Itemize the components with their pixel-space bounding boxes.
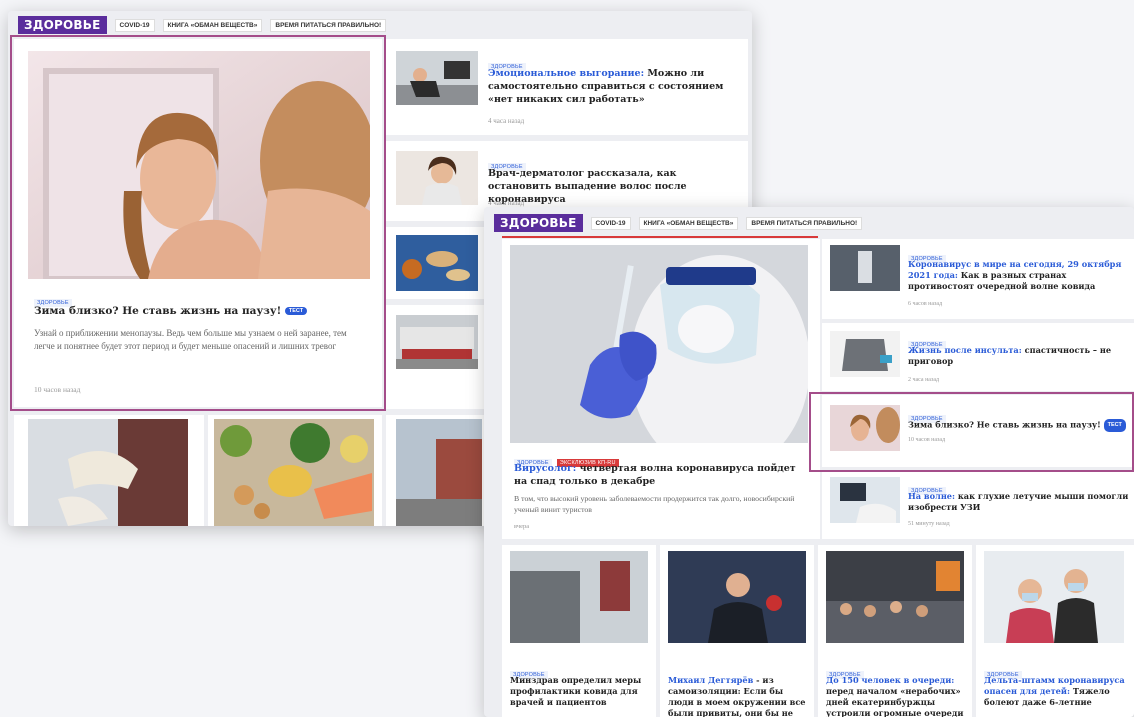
- article-time: 10 часов назад: [908, 437, 946, 443]
- article-image-vaccination[interactable]: [28, 419, 188, 526]
- bottom-article-card[interactable]: ЗДОРОВЬЕ Дельта-штамм коронавируса опасе…: [976, 545, 1134, 717]
- section-logo[interactable]: ЗДОРОВЬЕ: [18, 16, 107, 34]
- children-masks-illustration: [984, 551, 1124, 643]
- woman-mirror-illustration: [28, 51, 370, 279]
- article-time: 4 часа назад: [488, 199, 525, 207]
- ultrasound-illustration: [830, 477, 900, 523]
- bottom-article-card[interactable]: ЗДОРОВЬЕ До 150 человек в очереди: перед…: [818, 545, 972, 717]
- side-article-card[interactable]: ЗДОРОВЬЕ Жизнь после инсульта: спастично…: [822, 323, 1134, 391]
- nav-covid[interactable]: COVID-19: [114, 18, 155, 32]
- vaccination-illustration: [28, 419, 188, 526]
- article-time: 6 часов назад: [908, 301, 943, 307]
- article-time: 2 часа назад: [908, 377, 940, 383]
- article-image-politician[interactable]: [668, 551, 806, 643]
- article-image-ginger[interactable]: [396, 235, 478, 291]
- article-image-woman-mirror-small[interactable]: [830, 405, 900, 451]
- healthy-food-illustration: [214, 419, 374, 526]
- ministry-building-illustration: [510, 551, 648, 643]
- clinic-building-illustration: [396, 315, 478, 369]
- article-image-faceshield-doctor[interactable]: [510, 245, 808, 443]
- article-image-hospital[interactable]: [830, 245, 900, 291]
- article-title[interactable]: Минздрав определил меры профилактики ков…: [510, 675, 650, 708]
- doctor-syringe-illustration: [510, 245, 808, 443]
- main-article-card[interactable]: ЗДОРОВЬЕ ЭКСКЛЮЗИВ КП-RU Вирусолог: четв…: [502, 239, 820, 539]
- side-article-card[interactable]: ЗДОРОВЬЕ На волне: как глухие летучие мы…: [822, 471, 1134, 539]
- test-badge: ТЕСТ: [284, 307, 308, 315]
- article-lead[interactable]: До 150 человек в очереди:: [826, 675, 954, 685]
- hair-loss-illustration: [396, 151, 478, 205]
- article-time: 10 часов назад: [34, 385, 81, 394]
- article-lead[interactable]: Жизнь после инсульта:: [908, 345, 1022, 355]
- article-time: вчера: [514, 523, 530, 530]
- article-title[interactable]: Зима близко? Не ставь жизнь на паузу!: [34, 305, 281, 317]
- bottom-article-card[interactable]: Михаил Дегтярёв - из самоизоляции: Если …: [660, 545, 814, 717]
- article-image-clinic[interactable]: [396, 315, 478, 369]
- front-page-window: ЗДОРОВЬЕ COVID-19 КНИГА «ОБМАН ВЕЩЕСТВ» …: [484, 207, 1134, 717]
- rehabilitation-illustration: [830, 331, 900, 377]
- section-underline: [502, 236, 818, 238]
- article-image-queue[interactable]: [826, 551, 964, 643]
- article-image-street[interactable]: [396, 419, 482, 526]
- nav-covid[interactable]: COVID-19: [590, 216, 631, 230]
- bottom-article-card[interactable]: [208, 415, 382, 526]
- side-article-card[interactable]: ЗДОРОВЬЕ Эмоциональное выгорание: Можно …: [386, 39, 748, 135]
- nav-book[interactable]: КНИГА «ОБМАН ВЕЩЕСТВ»: [638, 216, 739, 230]
- article-image-ultrasound[interactable]: [830, 477, 900, 523]
- article-title[interactable]: Зима близко? Не ставь жизнь на паузу!: [908, 420, 1101, 430]
- article-image-rehab[interactable]: [830, 331, 900, 377]
- woman-mirror-thumb: [830, 405, 900, 451]
- side-article-card[interactable]: ЗДОРОВЬЕ Коронавирус в мире на сегодня, …: [822, 239, 1134, 319]
- side-article-card[interactable]: ЗДОРОВЬЕ Зима близко? Не ставь жизнь на …: [822, 395, 1134, 467]
- article-lead[interactable]: На волне:: [908, 491, 955, 501]
- article-image-burnout[interactable]: [396, 51, 478, 105]
- section-nav: ЗДОРОВЬЕ COVID-19 КНИГА «ОБМАН ВЕЩЕСТВ» …: [8, 11, 752, 39]
- article-excerpt: В том, что высокий уровень заболеваемост…: [514, 494, 795, 514]
- nav-eat[interactable]: ВРЕМЯ ПИТАТЬСЯ ПРАВИЛЬНО!: [270, 18, 387, 32]
- article-image-children[interactable]: [984, 551, 1124, 643]
- article-image-woman-mirror[interactable]: [28, 51, 370, 279]
- article-image-ministry[interactable]: [510, 551, 648, 643]
- article-title[interactable]: перед началом «нерабочих» дней екатеринб…: [826, 686, 963, 717]
- article-lead[interactable]: Михаил Дегтярёв: [668, 675, 753, 685]
- main-article-card[interactable]: ЗДОРОВЬЕ Зима близко? Не ставь жизнь на …: [14, 39, 382, 407]
- ginger-tea-illustration: [396, 235, 478, 291]
- office-burnout-illustration: [396, 51, 478, 105]
- bottom-article-card[interactable]: [14, 415, 204, 526]
- city-street-illustration: [396, 419, 482, 526]
- section-nav: ЗДОРОВЬЕ COVID-19 КНИГА «ОБМАН ВЕЩЕСТВ» …: [484, 207, 1134, 239]
- article-lead[interactable]: Эмоциональное выгорание:: [488, 68, 644, 79]
- crowd-queue-illustration: [826, 551, 964, 643]
- article-title[interactable]: Врач-дерматолог рассказала, как останови…: [488, 167, 738, 206]
- article-time: 51 минуту назад: [908, 521, 950, 527]
- hospital-corridor-illustration: [830, 245, 900, 291]
- article-excerpt: Узнай о приближении менопаузы. Ведь чем …: [34, 328, 347, 351]
- bottom-article-card[interactable]: ЗДОРОВЬЕ Минздрав определил меры профила…: [502, 545, 656, 717]
- nav-eat[interactable]: ВРЕМЯ ПИТАТЬСЯ ПРАВИЛЬНО!: [746, 216, 863, 230]
- test-badge: ТЕСТ: [1103, 419, 1126, 432]
- section-logo[interactable]: ЗДОРОВЬЕ: [494, 214, 583, 232]
- article-lead[interactable]: Вирусолог:: [514, 463, 576, 474]
- article-time: 4 часа назад: [488, 117, 525, 125]
- article-image-hair[interactable]: [396, 151, 478, 205]
- politician-illustration: [668, 551, 806, 643]
- nav-book[interactable]: КНИГА «ОБМАН ВЕЩЕСТВ»: [162, 18, 263, 32]
- article-image-healthy-food[interactable]: [214, 419, 374, 526]
